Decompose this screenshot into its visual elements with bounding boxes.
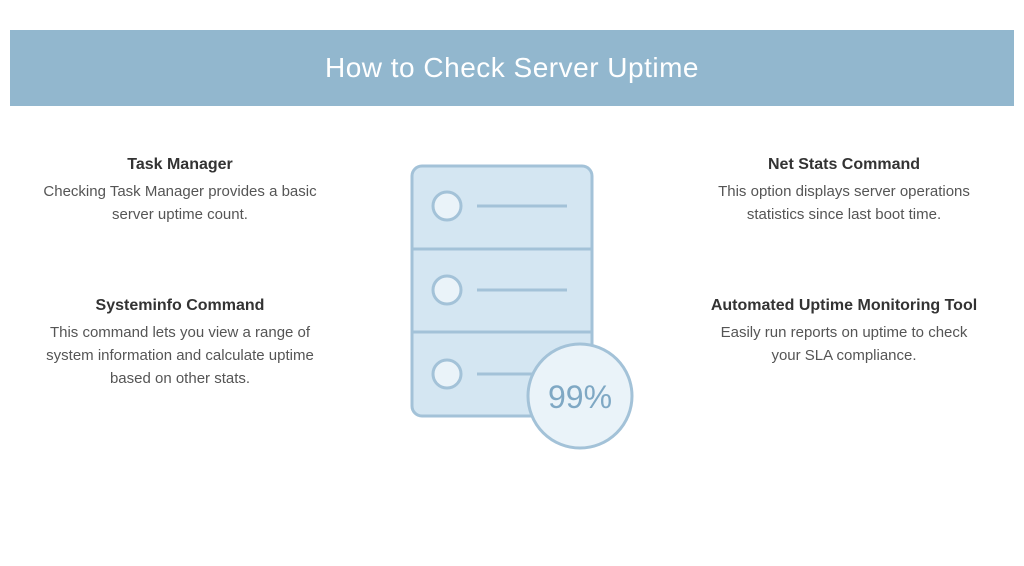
server-uptime-icon: 99% — [382, 156, 642, 456]
right-column: Net Stats Command This option displays s… — [704, 156, 984, 367]
feature-systeminfo: Systeminfo Command This command lets you… — [40, 297, 320, 391]
feature-netstats: Net Stats Command This option displays s… — [704, 156, 984, 227]
feature-desc: Checking Task Manager provides a basic s… — [40, 180, 320, 227]
content-grid: Task Manager Checking Task Manager provi… — [0, 106, 1024, 456]
page-title-banner: How to Check Server Uptime — [10, 30, 1014, 106]
center-illustration: 99% — [340, 156, 684, 456]
uptime-badge-text: 99% — [548, 379, 612, 415]
feature-desc: This command lets you view a range of sy… — [40, 321, 320, 391]
feature-monitoring-tool: Automated Uptime Monitoring Tool Easily … — [704, 297, 984, 368]
feature-desc: Easily run reports on uptime to check yo… — [704, 321, 984, 368]
feature-task-manager: Task Manager Checking Task Manager provi… — [40, 156, 320, 227]
feature-title: Automated Uptime Monitoring Tool — [704, 297, 984, 315]
feature-title: Task Manager — [40, 156, 320, 174]
left-column: Task Manager Checking Task Manager provi… — [40, 156, 320, 390]
feature-desc: This option displays server operations s… — [704, 180, 984, 227]
feature-title: Net Stats Command — [704, 156, 984, 174]
feature-title: Systeminfo Command — [40, 297, 320, 315]
page-title: How to Check Server Uptime — [325, 52, 699, 83]
